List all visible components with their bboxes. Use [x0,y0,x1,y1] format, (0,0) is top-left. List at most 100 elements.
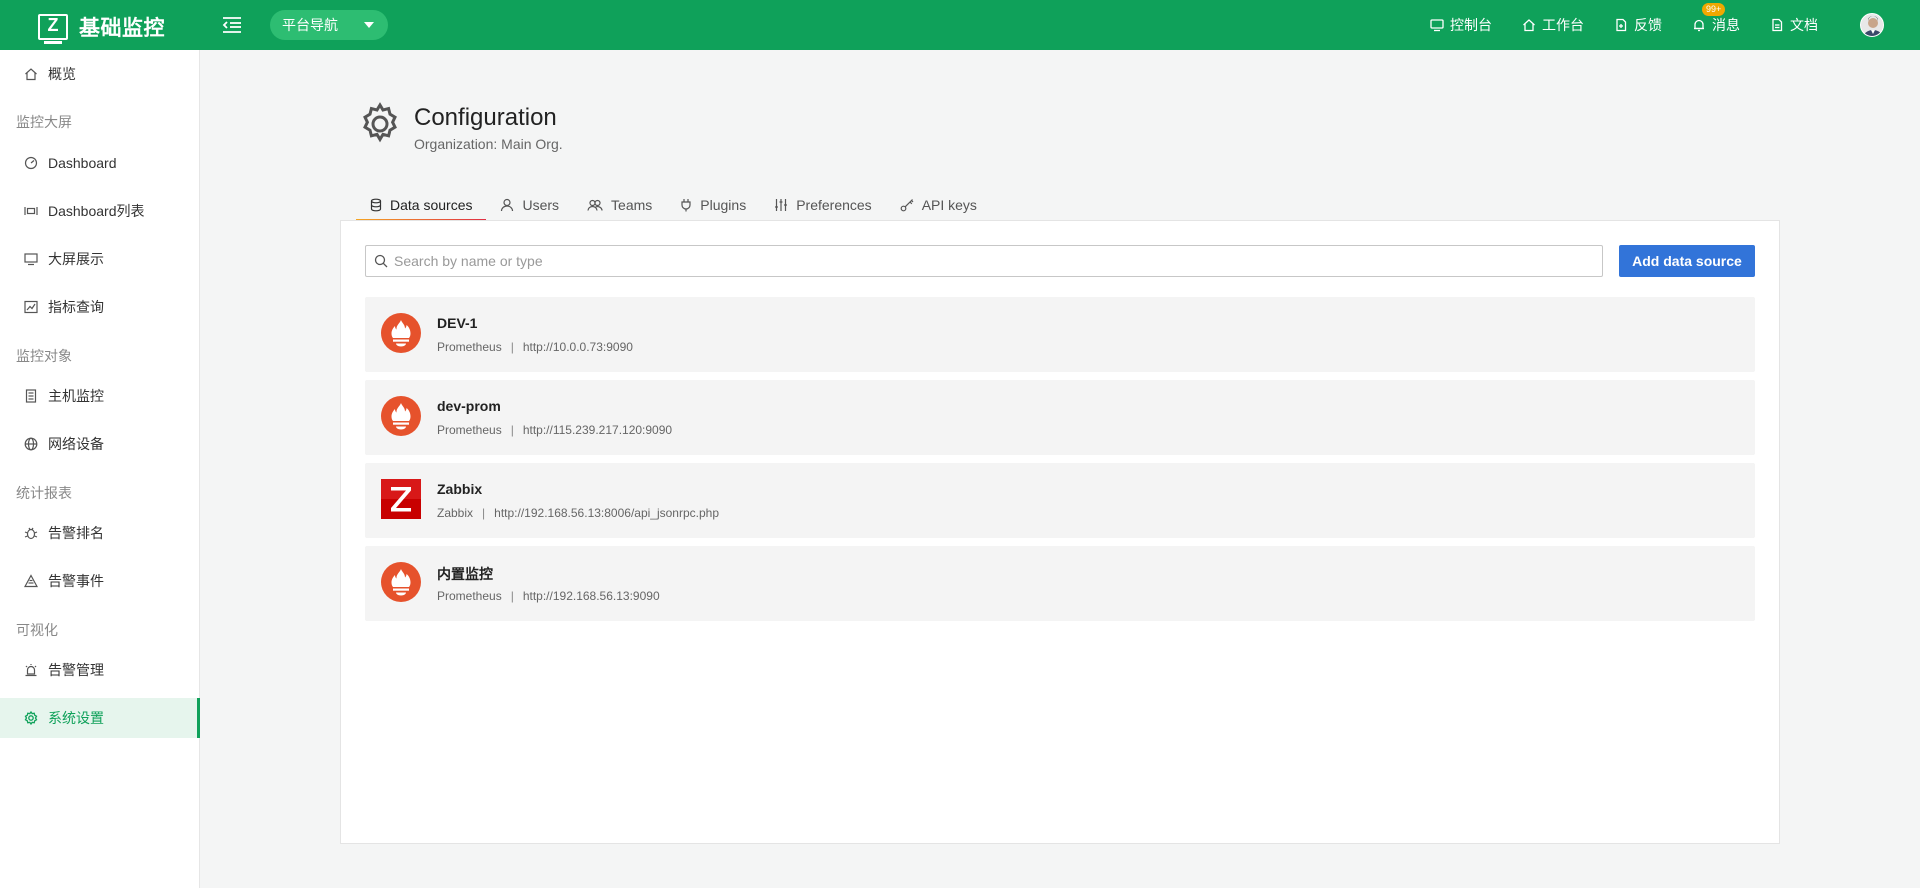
meta-separator: | [510,423,514,437]
data-source-card[interactable]: Zabbix Zabbix | http://192.168.56.13:800… [365,463,1755,538]
message-count-badge: 99+ [1702,3,1726,16]
data-source-name: dev-prom [437,398,501,414]
tab-api-keys[interactable]: API keys [886,190,991,220]
top-bar: Z 基础监控 平台导航 控制台 工作台 反馈 99+ 消息 文档 [0,0,1920,50]
page-title: Configuration [414,104,557,131]
database-icon [370,198,382,212]
meta-separator: | [482,506,486,520]
gauge-icon [24,156,38,170]
sidebar-item-metrics[interactable]: 指标查询 [0,287,200,327]
data-source-url: http://192.168.56.13:8006/api_jsonrpc.ph… [494,506,720,520]
server-icon [25,389,37,403]
page-subtitle: Organization: Main Org. [414,136,563,152]
sidebar-group-reports: 统计报表 [16,485,72,501]
sidebar: 概览 监控大屏 Dashboard Dashboard列表 大屏展示 指标查询 … [0,50,200,888]
key-icon [900,199,914,212]
user-icon [501,198,514,212]
data-source-name: 内置监控 [437,566,493,582]
tab-label: API keys [921,197,977,213]
top-nav-messages[interactable]: 99+ 消息 [1692,3,1740,35]
search-input[interactable] [394,253,1574,269]
sidebar-item-overview[interactable]: 概览 [0,54,200,94]
user-avatar[interactable] [1860,13,1884,37]
line-chart-icon [24,300,38,314]
home-icon [25,68,37,81]
search-box[interactable] [365,245,1603,277]
top-nav-label: 消息 [1712,17,1740,33]
sidebar-item-label: 告警管理 [48,662,104,678]
sidebar-group-visual: 可视化 [16,622,58,638]
sidebar-item-alert-manage[interactable]: 告警管理 [0,650,200,690]
sidebar-item-label: 指标查询 [48,299,104,315]
data-source-meta: Prometheus | http://115.239.217.120:9090 [437,423,672,437]
data-source-card[interactable]: 内置监控 Prometheus | http://192.168.56.13:9… [365,546,1755,621]
alarm-icon [25,664,37,677]
tab-data-sources[interactable]: Data sources [356,190,487,222]
top-nav-feedback[interactable]: 反馈 [1614,15,1662,35]
tab-label: Data sources [390,197,473,213]
add-data-source-button[interactable]: Add data source [1619,245,1755,277]
app-logo[interactable]: Z 基础监控 [38,12,165,44]
gear-icon [24,711,38,725]
sidebar-item-label: 大屏展示 [48,251,104,267]
bug-icon [24,527,38,540]
sidebar-item-label: 概览 [48,66,76,82]
top-nav-label: 工作台 [1542,17,1584,33]
top-nav-label: 控制台 [1450,17,1492,33]
top-nav-workbench[interactable]: 工作台 [1522,15,1584,35]
feedback-icon [1616,18,1627,32]
data-sources-panel: Add data source DEV-1 Prometheus | http:… [340,220,1780,844]
top-nav-console[interactable]: 控制台 [1430,15,1492,35]
tab-teams[interactable]: Teams [573,190,666,220]
tab-preferences[interactable]: Preferences [760,190,885,220]
tab-users[interactable]: Users [486,190,573,220]
page-header: Configuration Organization: Main Org. [358,102,563,152]
search-icon [374,254,388,268]
sidebar-item-host[interactable]: 主机监控 [0,376,200,416]
sidebar-item-network[interactable]: 网络设备 [0,424,200,464]
top-nav-docs[interactable]: 文档 [1770,15,1818,35]
sidebar-item-dashboard-list[interactable]: Dashboard列表 [0,191,200,231]
sidebar-item-label: Dashboard列表 [48,203,145,219]
data-source-card[interactable]: dev-prom Prometheus | http://115.239.217… [365,380,1755,455]
data-source-url: http://192.168.56.13:9090 [522,589,660,603]
data-source-card[interactable]: DEV-1 Prometheus | http://10.0.0.73:9090 [365,297,1755,372]
tab-label: Preferences [796,197,872,213]
data-source-type: Prometheus [437,340,502,354]
sidebar-item-big-screen[interactable]: 大屏展示 [0,239,200,279]
prometheus-icon [381,396,421,436]
sidebar-item-label: 主机监控 [48,388,104,404]
users-icon [587,199,603,211]
tab-label: Teams [611,197,653,213]
sidebar-group-screens: 监控大屏 [16,114,72,130]
prometheus-icon [381,562,421,602]
globe-icon [24,437,38,451]
data-source-meta: Prometheus | http://192.168.56.13:9090 [437,589,660,603]
sidebar-item-label: Dashboard [48,155,117,171]
warning-icon [24,574,38,588]
logo-mark: Z [38,14,68,44]
sidebar-item-alert-events[interactable]: 告警事件 [0,561,200,601]
tab-label: Plugins [700,197,747,213]
sidebar-item-alert-rank[interactable]: 告警排名 [0,513,200,553]
sidebar-item-label: 告警事件 [48,573,104,589]
data-source-meta: Prometheus | http://10.0.0.73:9090 [437,340,633,354]
platform-nav-dropdown[interactable]: 平台导航 [270,10,388,40]
monitor-icon [1430,19,1444,32]
platform-nav-label: 平台导航 [282,17,338,33]
data-source-type: Zabbix [437,506,474,520]
sidebar-item-settings[interactable]: 系统设置 [0,698,200,738]
document-icon [1772,18,1783,32]
menu-collapse-icon[interactable] [222,16,242,34]
tab-plugins[interactable]: Plugins [666,190,760,220]
data-source-name: DEV-1 [437,315,478,331]
data-source-url: http://10.0.0.73:9090 [522,340,633,354]
chevron-down-icon [364,22,374,28]
meta-separator: | [510,340,514,354]
top-nav: 控制台 工作台 反馈 99+ 消息 文档 [1430,0,1920,50]
sidebar-item-label: 系统设置 [48,710,104,726]
data-source-name: Zabbix [437,481,483,497]
config-tabs: Data sources Users Teams Plugins Prefere… [356,190,991,222]
sidebar-item-dashboard[interactable]: Dashboard [0,143,200,183]
gear-icon [363,102,397,143]
